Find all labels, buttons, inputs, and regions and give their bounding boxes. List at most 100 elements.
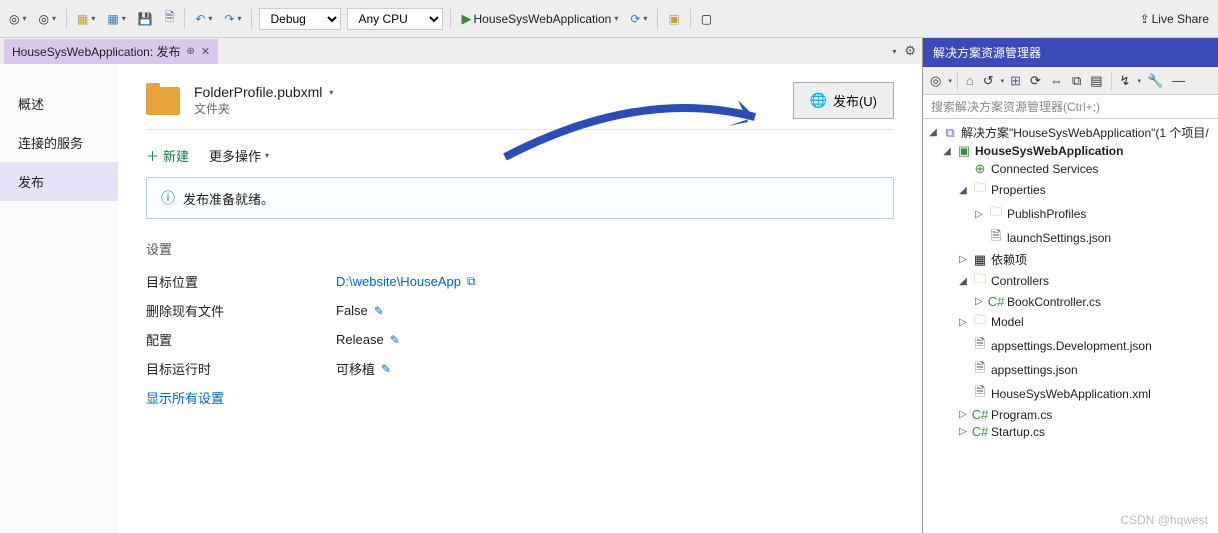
- publish-tab[interactable]: HouseSysWebApplication: 发布 ⊕ ✕: [4, 39, 218, 64]
- solution-search-input[interactable]: 搜索解决方案资源管理器(Ctrl+;): [923, 95, 1218, 119]
- separator: [657, 9, 658, 29]
- filter-icon[interactable]: ↯: [1117, 71, 1134, 91]
- separator: [66, 9, 67, 29]
- nav-back-button[interactable]: ◎▾: [4, 9, 32, 29]
- play-icon: ▶: [461, 11, 471, 27]
- properties-node[interactable]: ◢🗀 Properties: [923, 178, 1218, 202]
- delete-existing-label: 删除现有文件: [146, 301, 336, 320]
- more-icon[interactable]: —: [1169, 71, 1188, 90]
- publish-content: FolderProfile.pubxml ▾ 文件夹 🌐 发布(U) ＋ 新: [118, 64, 922, 533]
- undo-button[interactable]: ↶▾: [190, 9, 217, 29]
- config-select[interactable]: Debug: [259, 8, 341, 30]
- save-all-button[interactable]: 🗎: [160, 5, 180, 32]
- publish-button[interactable]: 🌐 发布(U): [793, 82, 894, 119]
- solution-explorer-toolbar: ◎▾ ⌂ ↺▾ ⊞ ⟳ ⇔ ⧉ ▤ ↯▾ 🔧 —: [923, 67, 1218, 95]
- program-node[interactable]: ▷C# Program.cs: [923, 406, 1218, 423]
- copy-icon[interactable]: ⧉: [467, 274, 476, 289]
- live-share-button[interactable]: ⇪ Live Share: [1135, 9, 1214, 29]
- more-actions-button[interactable]: 更多操作 ▾: [209, 146, 269, 165]
- deps-icon: ▦: [972, 252, 988, 268]
- separator: [184, 9, 185, 29]
- profile-type: 文件夹: [194, 100, 333, 117]
- config-value: Release: [336, 332, 384, 347]
- appsettings-dev-node[interactable]: 🗎 appsettings.Development.json: [923, 334, 1218, 358]
- show-all-icon[interactable]: ⊞: [1007, 71, 1024, 91]
- status-text: 发布准备就绪。: [183, 189, 274, 208]
- collapse-icon[interactable]: ⇔: [1047, 71, 1066, 90]
- connected-services-node[interactable]: ⊕ Connected Services: [923, 160, 1218, 178]
- nav-fwd-button[interactable]: ◎▾: [34, 9, 62, 29]
- settings-heading: 设置: [146, 239, 894, 258]
- chevron-down-icon[interactable]: ▾: [329, 88, 333, 97]
- xml-node[interactable]: 🗎 HouseSysWebApplication.xml: [923, 382, 1218, 406]
- edit-icon[interactable]: ✎: [390, 333, 400, 347]
- cs-icon: C#: [972, 407, 988, 422]
- separator: [690, 9, 691, 29]
- appsettings-node[interactable]: 🗎 appsettings.json: [923, 358, 1218, 382]
- folder-icon: 🗀: [972, 179, 988, 201]
- solution-tree: ◢⧉ 解决方案"HouseSysWebApplication"(1 个项目/ ◢…: [923, 119, 1218, 533]
- start-target-label: HouseSysWebApplication: [473, 12, 611, 26]
- refresh-icon[interactable]: ⟳: [1027, 71, 1044, 91]
- cs-icon: C#: [972, 424, 988, 439]
- nav-publish[interactable]: 发布: [0, 162, 118, 201]
- target-location-link[interactable]: D:\website\HouseApp: [336, 274, 461, 289]
- connected-icon: ⊕: [972, 161, 988, 177]
- nav-overview[interactable]: 概述: [0, 84, 118, 123]
- folder-icon: 🗀: [988, 203, 1004, 225]
- publish-profiles-node[interactable]: ▷🗀 PublishProfiles: [923, 202, 1218, 226]
- redo-button[interactable]: ↷▾: [219, 9, 246, 29]
- misc-button-2[interactable]: ▢: [696, 9, 717, 29]
- globe-icon: 🌐: [810, 92, 827, 109]
- plus-icon: ＋: [146, 146, 159, 165]
- json-icon: 🗎: [972, 335, 988, 357]
- nav-connected-services[interactable]: 连接的服务: [0, 123, 118, 162]
- wrench-icon[interactable]: 🔧: [1144, 71, 1166, 91]
- launch-settings-node[interactable]: 🗎 launchSettings.json: [923, 226, 1218, 250]
- status-info-box: ⓘ 发布准备就绪。: [146, 177, 894, 219]
- refresh-button[interactable]: ⟳▾: [625, 9, 652, 29]
- config-label: 配置: [146, 330, 336, 349]
- folder-icon: 🗀: [972, 270, 988, 292]
- json-icon: 🗎: [988, 227, 1004, 249]
- new-profile-button[interactable]: ＋ 新建: [146, 146, 189, 165]
- runtime-label: 目标运行时: [146, 359, 336, 378]
- controllers-node[interactable]: ◢🗀 Controllers: [923, 269, 1218, 293]
- show-all-settings-link[interactable]: 显示所有设置: [146, 388, 894, 407]
- publish-nav: 概述 连接的服务 发布: [0, 64, 118, 533]
- watermark: CSDN @hqwest: [1120, 513, 1208, 527]
- solution-explorer-title: 解决方案资源管理器: [923, 38, 1218, 67]
- edit-icon[interactable]: ✎: [381, 362, 391, 376]
- solution-node[interactable]: ◢⧉ 解决方案"HouseSysWebApplication"(1 个项目/: [923, 123, 1218, 142]
- pin-icon[interactable]: ⊕: [187, 46, 195, 57]
- platform-select[interactable]: Any CPU: [347, 8, 443, 30]
- start-debug-button[interactable]: ▶ HouseSysWebApplication ▾: [456, 8, 623, 30]
- edit-icon[interactable]: ✎: [374, 304, 384, 318]
- book-controller-node[interactable]: ▷C# BookController.cs: [923, 293, 1218, 310]
- info-icon: ⓘ: [161, 188, 175, 208]
- tab-dropdown-icon[interactable]: ▾: [892, 47, 896, 56]
- share-icon: ⇪: [1140, 12, 1150, 26]
- sync-icon[interactable]: ↺: [980, 71, 997, 91]
- properties-icon[interactable]: ▤: [1087, 71, 1105, 91]
- back-button[interactable]: ◎: [927, 71, 944, 91]
- new-file-button[interactable]: ▦▾: [72, 9, 100, 29]
- project-node[interactable]: ◢▣ HouseSysWebApplication: [923, 142, 1218, 160]
- project-icon: ▣: [956, 143, 972, 159]
- delete-existing-value: False: [336, 303, 368, 318]
- close-icon[interactable]: ✕: [201, 45, 210, 58]
- copy-icon[interactable]: ⧉: [1069, 71, 1084, 91]
- solution-icon: ⧉: [942, 125, 958, 141]
- gear-icon[interactable]: ⚙: [904, 43, 916, 59]
- model-node[interactable]: ▷🗀 Model: [923, 310, 1218, 334]
- home-icon[interactable]: ⌂: [963, 71, 977, 90]
- open-file-button[interactable]: ▦▾: [102, 9, 130, 29]
- save-button[interactable]: 💾: [133, 9, 158, 29]
- tab-title: HouseSysWebApplication: 发布: [12, 43, 181, 60]
- dependencies-node[interactable]: ▷▦ 依赖项: [923, 250, 1218, 269]
- misc-button-1[interactable]: ▣: [663, 9, 684, 29]
- cs-icon: C#: [988, 294, 1004, 309]
- startup-node[interactable]: ▷C# Startup.cs: [923, 423, 1218, 440]
- json-icon: 🗎: [972, 359, 988, 381]
- chevron-down-icon: ▾: [265, 151, 269, 160]
